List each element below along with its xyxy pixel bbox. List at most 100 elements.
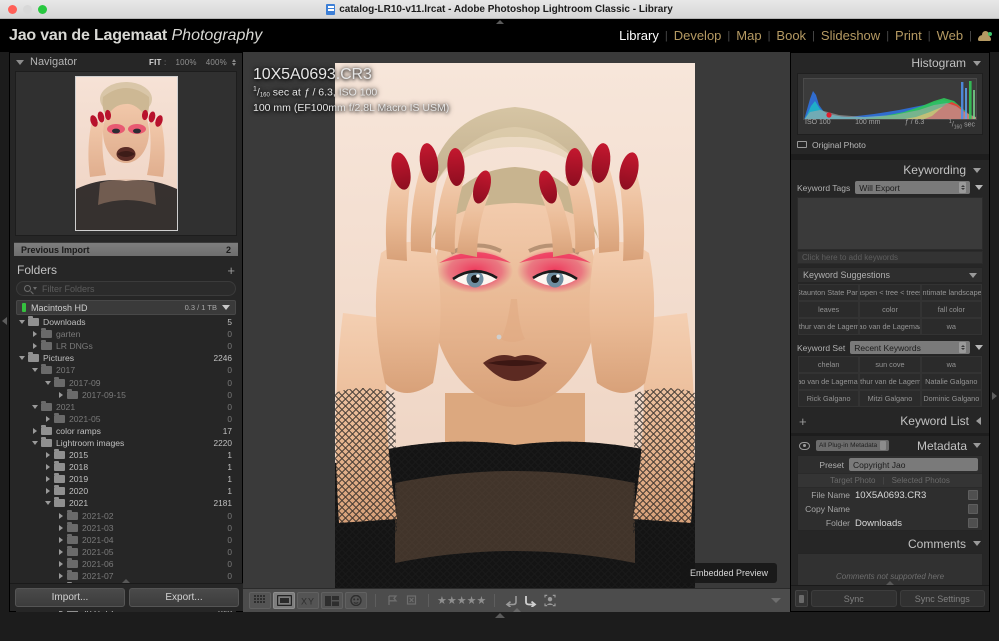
navigator-preview[interactable] [15,71,237,236]
export-button[interactable]: Export... [129,588,239,607]
field-action-button[interactable] [968,518,978,528]
folder-row[interactable]: 20201 [16,485,236,497]
folder-row[interactable]: 2021-060 [16,558,236,570]
keyword-suggestions-header[interactable]: Keyword Suggestions [797,267,983,283]
keyword-cell[interactable]: Arthur van de Lagem... [859,373,920,390]
flag-pick-icon[interactable] [384,592,401,609]
selected-photos-tab[interactable]: Selected Photos [892,476,950,485]
right-panel-collapse-gutter[interactable] [990,52,999,612]
keyword-cell[interactable]: Arthur van de Lagem... [798,318,859,335]
folder-row[interactable]: garten0 [16,328,236,340]
folder-row[interactable]: 20212181 [16,497,236,509]
disclosure-closed-icon[interactable] [31,331,39,337]
zoom-400-button[interactable]: 400% [206,58,227,67]
folder-row[interactable]: Downloads5 [16,316,236,328]
navigator-header[interactable]: Navigator FIT : 100% 400% [10,53,242,71]
disclosure-closed-icon[interactable] [44,452,52,458]
keyword-cell[interactable]: intimate landscape [921,284,982,301]
zoom-100-button[interactable]: 100% [175,58,196,67]
keywording-header[interactable]: Keywording [791,160,989,180]
folder-row[interactable]: 20181 [16,461,236,473]
metadata-preset-select[interactable]: Copyright Jao [849,458,978,471]
keyword-cell[interactable]: color [859,301,920,318]
folder-row[interactable]: 2021-020 [16,510,236,522]
keyword-cell[interactable]: chelan [798,356,859,373]
keyword-cell[interactable]: aspen < tree < trees [859,284,920,301]
field-action-button[interactable] [968,504,978,514]
plugin-metadata-select[interactable]: All Plug-in Metadata [816,440,889,451]
folder-row[interactable]: 20151 [16,449,236,461]
disclosure-closed-icon[interactable] [57,392,65,398]
disclosure-closed-icon[interactable] [31,343,39,349]
eye-icon[interactable] [799,442,810,450]
field-value[interactable]: 10X5A0693.CR3 [855,490,963,501]
module-web[interactable]: Web [931,28,970,43]
survey-view-icon[interactable] [321,592,343,609]
disclosure-closed-icon[interactable] [57,549,65,555]
target-photo-tab[interactable]: Target Photo [830,476,875,485]
keyword-suggestions-grid[interactable]: Staunton State Parkaspen < tree < treesi… [797,283,983,336]
add-keywords-input[interactable]: Click here to add keywords [797,251,983,264]
keyword-cell[interactable]: Rick Galgano [798,390,859,407]
disclosure-closed-icon[interactable] [57,513,65,519]
keyword-cell[interactable]: Natalie Galgano [921,373,982,390]
keyword-set-menu-icon[interactable] [975,345,983,350]
disclosure-open-icon[interactable] [31,441,39,445]
keyword-cell[interactable]: Mitzi Galgano [859,390,920,407]
folder-row[interactable]: 2017-09-150 [16,389,236,401]
keyword-set-grid[interactable]: chelansun covewaJao van de LagemaatArthu… [797,355,983,408]
folder-row[interactable]: 2021-050 [16,413,236,425]
folder-row[interactable]: color ramps17 [16,425,236,437]
folder-row[interactable]: 20191 [16,473,236,485]
import-button[interactable]: Import... [15,588,125,607]
filmstrip-bar[interactable] [0,612,999,641]
add-folder-button[interactable]: + [227,264,235,277]
field-value[interactable]: Downloads [855,518,963,529]
field-action-button[interactable] [968,490,978,500]
disclosure-open-icon[interactable] [18,356,26,360]
collection-previous-import[interactable]: Previous Import 2 [14,242,238,256]
volume-menu-icon[interactable] [222,305,230,310]
compare-view-icon[interactable]: XY [297,592,319,609]
rotate-right-icon[interactable] [522,592,539,609]
zoom-fit-button[interactable]: FIT : [149,58,166,67]
folder-row[interactable]: 20170 [16,364,236,376]
folder-row[interactable]: Lightroom images2220 [16,437,236,449]
folder-row[interactable]: Pictures2246 [16,352,236,364]
keyword-list-header[interactable]: + Keyword List [791,412,989,430]
keywording-menu-icon[interactable] [975,185,983,190]
disclosure-closed-icon[interactable] [44,476,52,482]
topbar-collapse-arrow[interactable] [496,20,504,24]
module-slideshow[interactable]: Slideshow [815,28,886,43]
face-detect-icon[interactable] [541,592,558,609]
folder-filter-input[interactable]: Filter Folders [16,281,236,296]
sync-settings-button[interactable]: Sync Settings [900,590,986,607]
sync-toggle-button[interactable] [795,590,808,607]
module-book[interactable]: Book [770,28,812,43]
loupe-view-icon[interactable] [273,592,295,609]
keyword-cell[interactable]: sun cove [859,356,920,373]
keyword-tags-textarea[interactable] [797,197,983,250]
filmstrip-expand-arrow[interactable] [495,613,505,618]
keyword-cell[interactable]: leaves [798,301,859,318]
folder-row[interactable]: 2021-040 [16,534,236,546]
loupe-view[interactable]: 10X5A0693.CR3 1/160 sec at ƒ / 6.3, ISO … [243,52,790,601]
add-keyword-button[interactable]: + [799,414,807,429]
flag-reject-icon[interactable] [403,592,420,609]
toolbar-options-caret[interactable] [771,598,781,603]
rotate-left-icon[interactable] [503,592,520,609]
disclosure-open-icon[interactable] [44,501,52,505]
disclosure-open-icon[interactable] [31,368,39,372]
comments-header[interactable]: Comments [791,534,989,553]
disclosure-closed-icon[interactable] [57,561,65,567]
metadata-header[interactable]: All Plug-in Metadata Metadata [791,436,989,455]
disclosure-closed-icon[interactable] [44,464,52,470]
cloud-sync-icon[interactable] [978,31,992,41]
module-library[interactable]: Library [613,28,665,43]
keyword-cell[interactable]: fall color [921,301,982,318]
folders-header[interactable]: Folders + [10,260,242,280]
keyword-tags-select[interactable]: Will Export [855,181,970,194]
folder-row[interactable]: 2021-030 [16,522,236,534]
keyword-cell[interactable]: wa [921,318,982,335]
volume-row-macintosh-hd[interactable]: Macintosh HD 0.3 / 1 TB [16,300,236,315]
